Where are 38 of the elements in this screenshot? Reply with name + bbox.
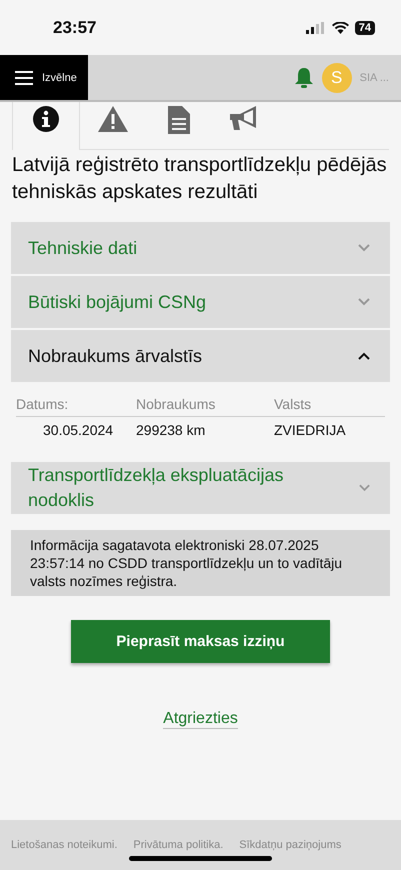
bell-icon[interactable] [294,66,314,88]
info-notice: Informācija sagatavota elektroniski 28.07.2025 23:57:14 no CSDD transportlīdzekļu un to vadītāju valsts nozīmes reģistra. [11,530,390,596]
accordion-header[interactable]: Transportlīdzekļa ekspluatācijas nodoklis [11,462,390,514]
chevron-icon [358,484,370,492]
account-name[interactable]: SIA ... [360,72,389,84]
menu-button[interactable]: Izvēlne [0,55,88,100]
footer-link[interactable]: Lietošanas noteikumi. [11,839,118,851]
section-title: Transportlīdzekļa ekspluatācijas nodoklis [28,464,284,512]
menu-icon [15,70,33,84]
accordion-header[interactable]: Būtiski bojājumi CSNg [11,276,390,328]
status-time: 23:57 [53,18,96,38]
section-title: Būtiski bojājumi CSNg [28,290,208,314]
wifi-icon [332,22,349,34]
info-tab[interactable] [12,102,80,150]
column-header: Nobraukums [136,396,216,412]
table-cell-text: 299238 km [136,422,206,438]
column-header: Datums: [16,396,70,412]
chevron-icon [358,352,370,360]
document-icon [168,106,190,134]
request-button[interactable]: Pieprasīt maksas izziņu [71,620,330,663]
table-cell-text: ZVIEDRIJA [274,422,347,438]
chevron-icon [358,298,370,306]
footer-link[interactable]: Sīkdatņu paziņojums [239,839,342,851]
back-link[interactable]: Atgriezties [163,710,238,729]
column-header: Valsts [274,396,312,412]
battery-icon: 74 [354,20,375,34]
footer-link[interactable]: Privātuma politika. [133,839,224,851]
accordion-header[interactable]: Nobraukums ārvalstīs [11,330,390,382]
accordion-header[interactable]: Tehniskie dati [11,222,390,274]
section-title: Tehniskie dati [28,236,138,260]
menu-label: Izvēlne [42,72,77,84]
info-icon [33,106,59,132]
table-cell-text: 30.05.2024 [42,422,114,438]
signal-icon [306,22,326,34]
page-title: Latvijā reģistrēto transportlīdzekļu pēdējās tehniskās apskates rezultāti [12,153,388,205]
warning-icon [98,106,128,132]
chevron-icon [358,244,370,252]
section-title: Nobraukums ārvalstīs [28,344,204,368]
